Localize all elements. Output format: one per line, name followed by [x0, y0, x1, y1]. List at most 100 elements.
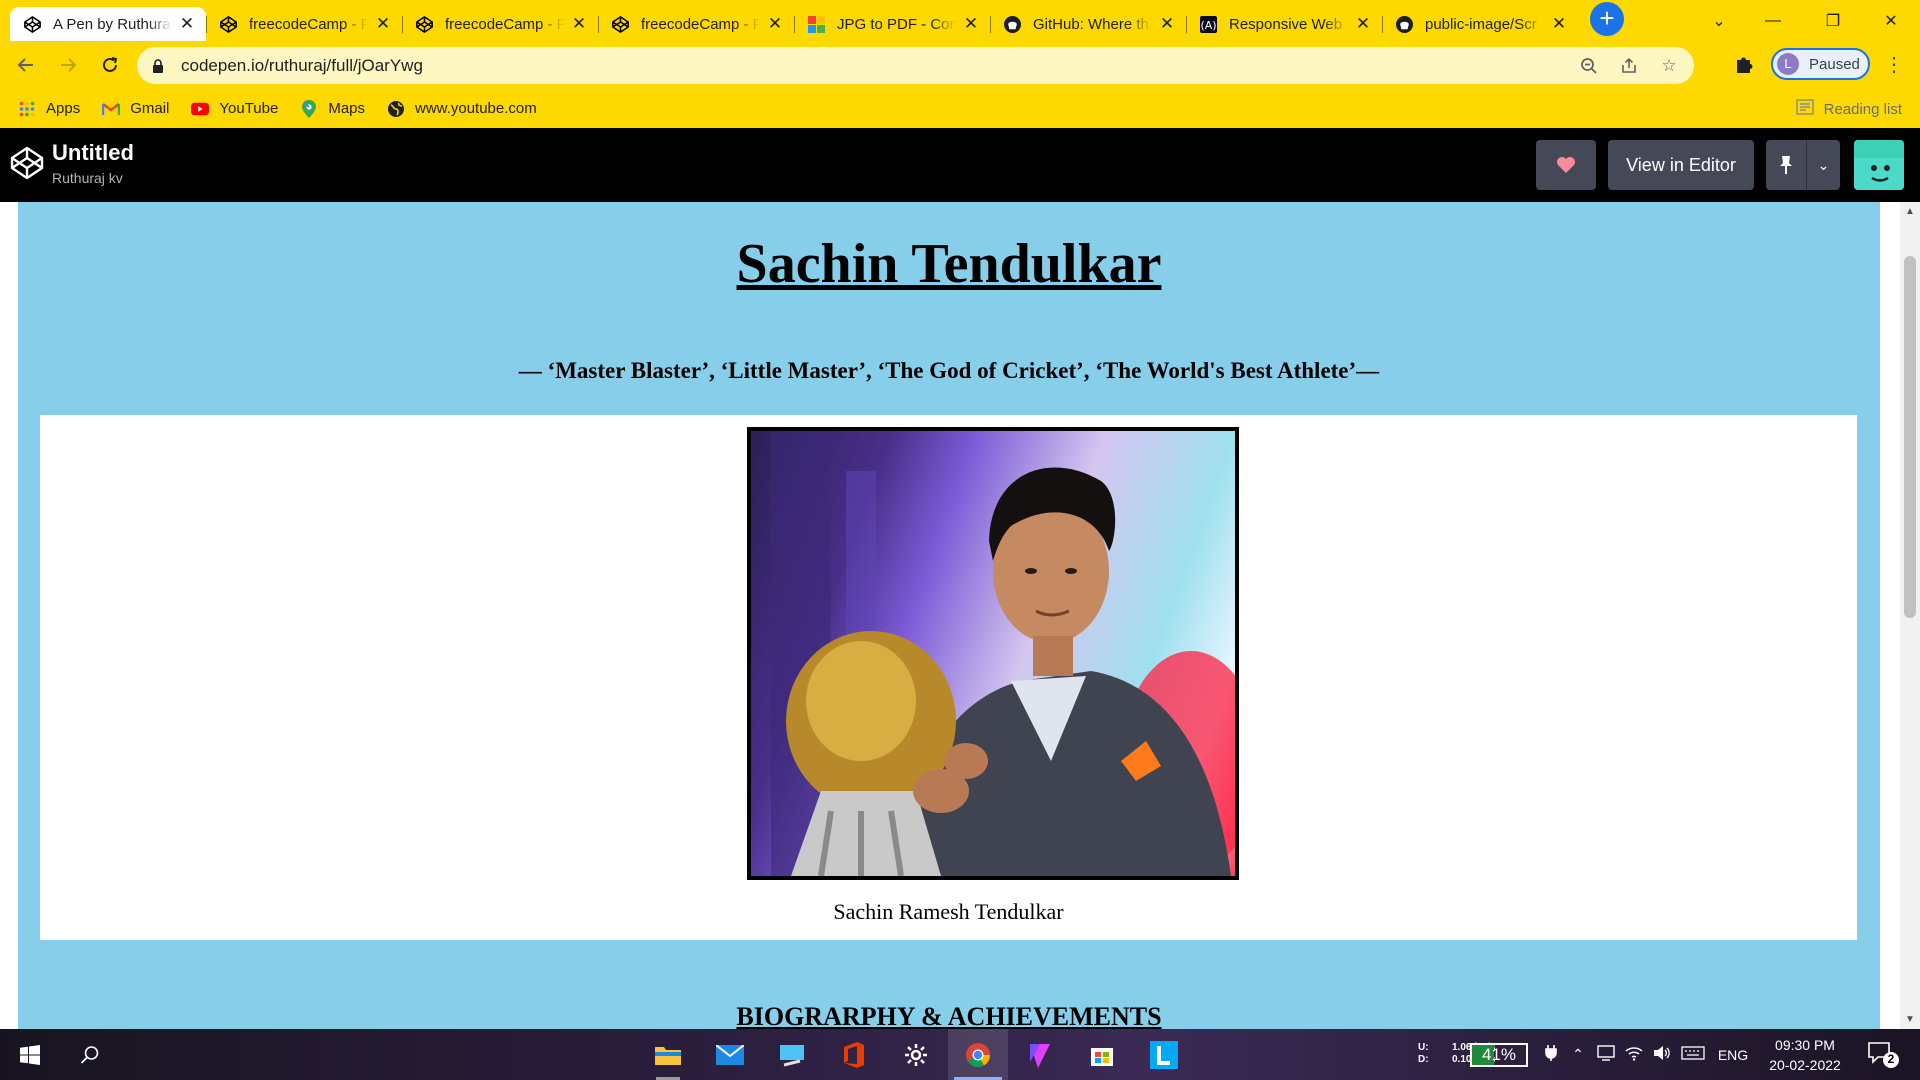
pen-preview: Sachin Tendulkar — ‘Master Blaster’, ‘Li… [0, 202, 1900, 1029]
volume-icon[interactable] [1648, 1045, 1676, 1064]
scroll-up-icon[interactable]: ▲ [1900, 206, 1920, 217]
codepen-icon [416, 15, 433, 33]
plug-icon[interactable] [1538, 1045, 1564, 1064]
desktop-icon [780, 1044, 804, 1066]
forward-button[interactable] [52, 49, 84, 81]
share-icon[interactable] [1618, 55, 1640, 77]
tab-close-icon[interactable]: ✕ [570, 15, 588, 33]
reload-button[interactable] [94, 49, 126, 81]
windows-taskbar: U:1.06 kB/s D:0.10 kB/s 41% ⌃ ENG 09:30 … [0, 1029, 1920, 1080]
tab-title: A Pen by Ruthuraj [53, 15, 172, 33]
tab-strip: A Pen by Ruthuraj ✕ freecodeCamp - F ✕ f… [0, 0, 1920, 41]
tab-close-icon[interactable]: ✕ [178, 15, 196, 33]
bookmark-maps[interactable]: Maps [300, 99, 365, 118]
pen-author[interactable]: Ruthuraj kv [52, 170, 123, 186]
zoom-icon[interactable] [1578, 55, 1600, 77]
browser-tab[interactable]: JPG to PDF - Con ✕ [794, 7, 990, 41]
heart-icon [1557, 157, 1575, 173]
battery-indicator[interactable]: 41% [1470, 1043, 1528, 1067]
bookmark-star-icon[interactable]: ☆ [1658, 55, 1680, 77]
more-menu-icon[interactable]: ⋮ [1882, 52, 1906, 76]
search-icon [80, 1045, 99, 1064]
tab-title: GitHub: Where th [1033, 15, 1149, 33]
tribute-page: Sachin Tendulkar — ‘Master Blaster’, ‘Li… [18, 202, 1880, 1029]
browser-tab[interactable]: freecodeCamp - F ✕ [402, 7, 598, 41]
reading-list-icon [1795, 99, 1814, 119]
back-button[interactable] [10, 49, 42, 81]
store-button[interactable] [1072, 1029, 1132, 1080]
bookmark-label: www.youtube.com [415, 100, 537, 117]
reload-icon [103, 57, 118, 72]
browser-tab[interactable]: freecodeCamp - F ✕ [598, 7, 794, 41]
search-button[interactable] [60, 1029, 120, 1080]
bookmark-apps[interactable]: Apps [18, 100, 80, 118]
chrome-button[interactable] [948, 1029, 1008, 1080]
remote-desktop-button[interactable] [762, 1029, 822, 1080]
tab-close-icon[interactable]: ✕ [1158, 15, 1176, 33]
scrollbar-thumb[interactable] [1904, 256, 1916, 618]
photo-frame [747, 427, 1247, 888]
apps-grid-icon [18, 100, 36, 118]
browser-toolbar: codepen.io/ruthuraj/full/jOarYwg ☆ [0, 41, 1920, 89]
tab-title: freecodeCamp - F [249, 15, 368, 33]
pin-icon [1766, 155, 1806, 175]
codepen-logo-icon[interactable] [10, 146, 44, 180]
device-icon[interactable] [1592, 1045, 1620, 1064]
clock[interactable]: 09:30 PM 20-02-2022 [1765, 1035, 1845, 1075]
start-button[interactable] [0, 1029, 60, 1080]
office-icon [844, 1041, 864, 1068]
notification-center-button[interactable]: 2 [1866, 1039, 1900, 1069]
heart-button[interactable] [1536, 140, 1596, 190]
bookmark-youtube-site[interactable]: www.youtube.com [387, 100, 537, 118]
profile-button[interactable]: L Paused [1771, 48, 1870, 80]
scroll-down-icon[interactable]: ▼ [1900, 1014, 1920, 1025]
mail-button[interactable] [700, 1029, 760, 1080]
tab-search-icon[interactable]: ⌄ [1690, 0, 1748, 41]
github-icon [1396, 15, 1413, 33]
keyboard-icon[interactable] [1676, 1046, 1710, 1063]
browser-tab[interactable]: GitHub: Where th ✕ [990, 7, 1186, 41]
address-bar[interactable]: codepen.io/ruthuraj/full/jOarYwg ☆ [137, 47, 1694, 84]
file-explorer-button[interactable] [638, 1029, 698, 1080]
tab-close-icon[interactable]: ✕ [962, 15, 980, 33]
chevron-up-icon[interactable]: ⌃ [1564, 1046, 1592, 1063]
codepen-icon [24, 15, 41, 33]
lock-icon [153, 58, 163, 73]
close-window-button[interactable]: ✕ [1862, 0, 1920, 41]
media-player-icon [1030, 1043, 1050, 1068]
new-tab-button[interactable]: + [1590, 2, 1624, 36]
office-button[interactable] [824, 1029, 884, 1080]
browser-tab[interactable]: public-image/Scr ✕ [1382, 7, 1578, 41]
browser-tab[interactable]: (A) Responsive Web ✕ [1186, 7, 1382, 41]
restore-button[interactable]: ❐ [1804, 0, 1862, 41]
l-app-button[interactable] [1134, 1029, 1194, 1080]
gear-icon [905, 1043, 927, 1066]
chevron-down-icon[interactable]: ⌄ [1807, 157, 1840, 174]
bookmark-label: Apps [46, 100, 81, 117]
bookmark-gmail[interactable]: Gmail [102, 100, 169, 118]
tab-close-icon[interactable]: ✕ [1354, 15, 1372, 33]
youtube-icon [191, 100, 210, 118]
extensions-puzzle-icon[interactable] [1733, 53, 1757, 77]
settings-button[interactable] [886, 1029, 946, 1080]
media-app-button[interactable] [1010, 1029, 1070, 1080]
language-indicator[interactable]: ENG [1710, 1047, 1756, 1063]
store-icon [1091, 1047, 1113, 1066]
arrow-right-icon [61, 58, 77, 72]
view-in-editor-button[interactable]: View in Editor [1608, 140, 1754, 190]
browser-tab[interactable]: A Pen by Ruthuraj ✕ [10, 7, 206, 41]
page-scrollbar[interactable]: ▲ ▼ [1900, 202, 1920, 1029]
minimize-button[interactable]: — [1744, 0, 1802, 41]
browser-tab[interactable]: freecodeCamp - F ✕ [206, 7, 402, 41]
l-app-icon [1150, 1040, 1178, 1069]
tab-close-icon[interactable]: ✕ [1550, 15, 1568, 33]
wifi-icon[interactable] [1620, 1045, 1648, 1064]
pin-button[interactable]: ⌄ [1766, 140, 1840, 190]
tab-close-icon[interactable]: ✕ [766, 15, 784, 33]
bookmark-youtube[interactable]: YouTube [191, 100, 278, 118]
reading-list-button[interactable]: Reading list [1795, 99, 1902, 119]
tab-close-icon[interactable]: ✕ [374, 15, 392, 33]
freecodecamp-icon: (A) [1200, 15, 1217, 33]
user-avatar[interactable] [1854, 140, 1904, 190]
codepen-icon [220, 15, 237, 33]
